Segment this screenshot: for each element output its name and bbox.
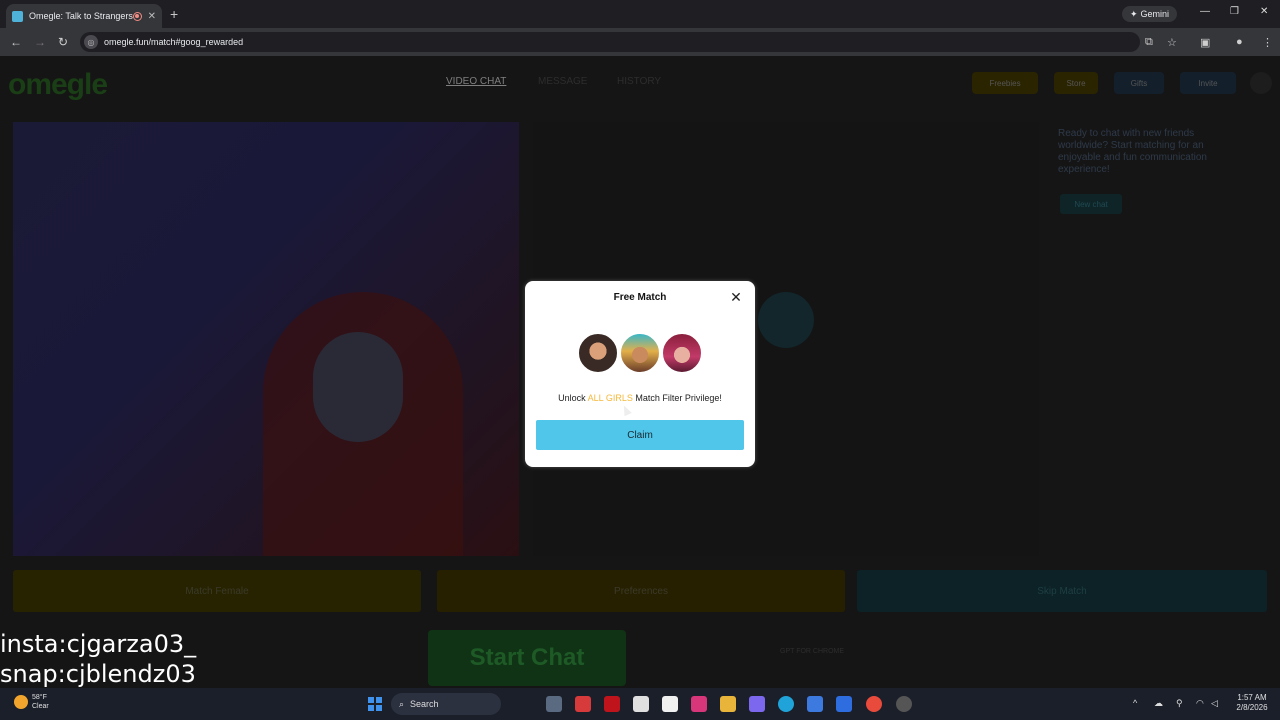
gemini-button[interactable]: ✦ Gemini <box>1122 6 1178 22</box>
bookmark-star-icon[interactable]: ☆ <box>1167 36 1177 49</box>
avatar <box>619 332 661 374</box>
windows-start-icon[interactable] <box>368 697 382 711</box>
unlock-prefix: Unlock <box>558 393 588 403</box>
weather-condition: Clear <box>32 703 49 710</box>
file-explorer-icon[interactable] <box>720 696 736 712</box>
minimize-icon[interactable]: — <box>1200 6 1210 17</box>
volume-icon[interactable]: ◁ <box>1211 698 1218 709</box>
roblox-icon[interactable] <box>633 696 649 712</box>
dialog-title: Free Match <box>613 292 667 303</box>
claim-button[interactable]: Claim <box>536 420 744 450</box>
taskbar-clock[interactable]: 1:57 AM 2/8/2026 <box>1228 693 1276 713</box>
avatar-group <box>577 332 703 374</box>
close-tab-icon[interactable]: ✕ <box>148 11 156 22</box>
side-panel-icon[interactable]: ▣ <box>1200 36 1210 49</box>
nav-video-chat[interactable]: VIDEO CHAT <box>446 76 506 87</box>
windows-taskbar: 58°F Clear ⌕ Search ^ ☁ ⚲ ◠ ◁ 1:57 AM 2/… <box>0 688 1280 720</box>
outlook-icon[interactable] <box>836 696 852 712</box>
close-icon[interactable]: ✕ <box>727 288 745 306</box>
restore-icon[interactable]: ❐ <box>1230 6 1239 17</box>
copilot-icon[interactable] <box>749 696 765 712</box>
browser-tabbar: Omegle: Talk to Strangers o ✕ + ✦ Gemini… <box>0 0 1280 28</box>
search-label: Search <box>410 699 439 709</box>
remote-logo-icon <box>758 292 814 348</box>
microphone-icon[interactable]: ⚲ <box>1176 698 1183 709</box>
wifi-icon[interactable]: ◠ <box>1196 698 1204 709</box>
nav-message[interactable]: MESSAGE <box>538 76 587 87</box>
browser-tab[interactable]: Omegle: Talk to Strangers o ✕ <box>6 4 162 28</box>
ad-banner[interactable]: GPT FOR CHROME <box>780 648 844 655</box>
clock-time: 1:57 AM <box>1237 693 1267 702</box>
reload-icon[interactable]: ↻ <box>58 35 68 49</box>
avatar <box>661 332 703 374</box>
instagram-icon[interactable] <box>691 696 707 712</box>
free-match-dialog: Free Match ✕ Unlock ALL GIRLS Match Filt… <box>525 281 755 467</box>
profile-icon[interactable]: ● <box>1236 36 1243 48</box>
match-female-button[interactable]: Match Female <box>13 570 421 612</box>
unlock-suffix: Match Filter Privilege! <box>632 393 722 403</box>
youtube-icon[interactable] <box>575 696 591 712</box>
avatar <box>577 332 619 374</box>
chevron-up-icon[interactable]: ^ <box>1133 698 1137 708</box>
chrome-icon[interactable] <box>866 696 882 712</box>
local-video <box>13 122 519 556</box>
netflix-icon[interactable] <box>604 696 620 712</box>
taskbar-search[interactable]: ⌕ Search <box>391 693 501 715</box>
forward-icon[interactable]: → <box>34 35 46 49</box>
recording-icon <box>132 11 142 21</box>
user-avatar[interactable] <box>1250 72 1272 94</box>
close-window-icon[interactable]: ✕ <box>1260 6 1268 17</box>
cloud-icon[interactable]: ☁ <box>1154 698 1163 709</box>
amazon-icon[interactable] <box>662 696 678 712</box>
video-face <box>313 332 403 442</box>
gemini-label: Gemini <box>1140 9 1170 19</box>
freebies-button[interactable]: Freebies <box>972 72 1038 94</box>
tab-title: Omegle: Talk to Strangers o <box>29 11 133 21</box>
new-tab-icon[interactable]: + <box>170 6 178 22</box>
omegle-logo: omegle <box>8 68 108 101</box>
obs-icon[interactable] <box>896 696 912 712</box>
insta-overlay: insta:cjgarza03_ <box>0 630 197 658</box>
search-icon: ⌕ <box>399 698 405 709</box>
edge-icon[interactable] <box>778 696 794 712</box>
preferences-button[interactable]: Preferences <box>437 570 845 612</box>
address-bar[interactable]: ◎ omegle.fun/match#goog_rewarded <box>80 32 1140 52</box>
menu-icon[interactable]: ⋮ <box>1262 36 1273 49</box>
browser-toolbar: ← → ↻ ◎ omegle.fun/match#goog_rewarded ⧉… <box>0 28 1280 56</box>
gifts-button[interactable]: Gifts <box>1114 72 1164 94</box>
back-icon[interactable]: ← <box>10 35 22 49</box>
site-favicon-icon <box>12 10 23 22</box>
new-chat-button[interactable]: New chat <box>1060 194 1122 214</box>
store-button[interactable]: Store <box>1054 72 1098 94</box>
sparkle-icon: ✦ <box>1130 8 1138 19</box>
nav-history[interactable]: HISTORY <box>617 76 661 87</box>
snap-overlay: snap:cjblendz03 <box>0 660 196 688</box>
task-view-icon[interactable] <box>546 696 562 712</box>
unlock-highlight: ALL GIRLS <box>587 393 633 403</box>
weather-icon <box>14 695 28 709</box>
clock-date: 2/8/2026 <box>1236 703 1268 712</box>
unlock-message: Unlock ALL GIRLS Match Filter Privilege! <box>525 393 755 403</box>
site-info-icon[interactable]: ◎ <box>84 35 98 49</box>
temperature: 58°F <box>32 694 47 701</box>
skip-match-button[interactable]: Skip Match <box>857 570 1267 612</box>
url-text: omegle.fun/match#goog_rewarded <box>104 37 244 47</box>
start-chat-button[interactable]: Start Chat <box>428 630 626 686</box>
install-icon[interactable]: ⧉ <box>1145 36 1153 49</box>
side-text: Ready to chat with new friends worldwide… <box>1058 128 1207 175</box>
invite-button[interactable]: Invite <box>1180 72 1236 94</box>
weather-widget[interactable]: 58°F Clear <box>14 693 49 711</box>
store-icon[interactable] <box>807 696 823 712</box>
